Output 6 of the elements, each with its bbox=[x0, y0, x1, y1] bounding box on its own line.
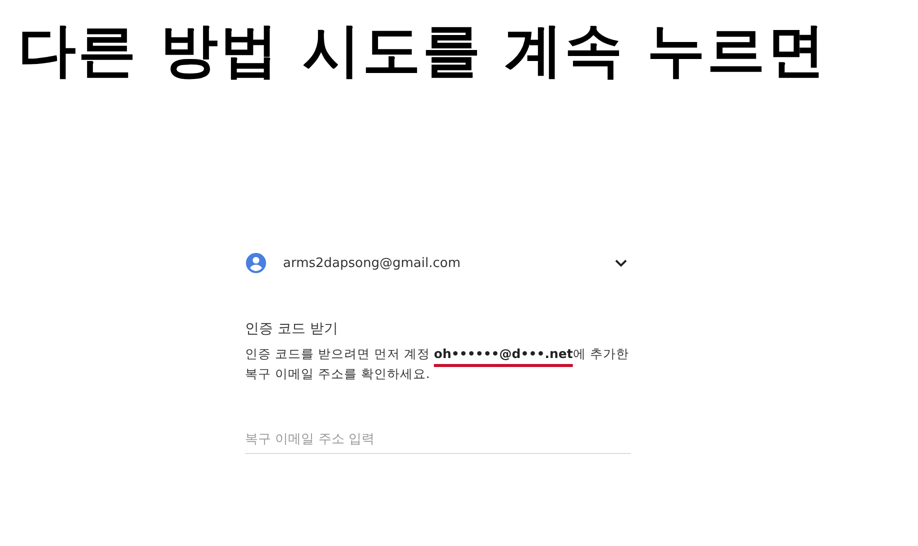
section-heading: 인증 코드 받기 bbox=[245, 320, 339, 338]
instruction-text: 인증 코드를 받으려면 먼저 계정 oh••••••@d•••.net에 추가한 복구 이메일 주소를 확인하세요. bbox=[245, 345, 630, 383]
account-avatar-icon bbox=[245, 252, 267, 274]
account-email: arms2dapsong@gmail.com bbox=[283, 256, 462, 270]
video-caption: 다른 방법 시도를 계속 누르면 bbox=[17, 15, 828, 86]
chevron-down-icon[interactable] bbox=[615, 259, 627, 267]
